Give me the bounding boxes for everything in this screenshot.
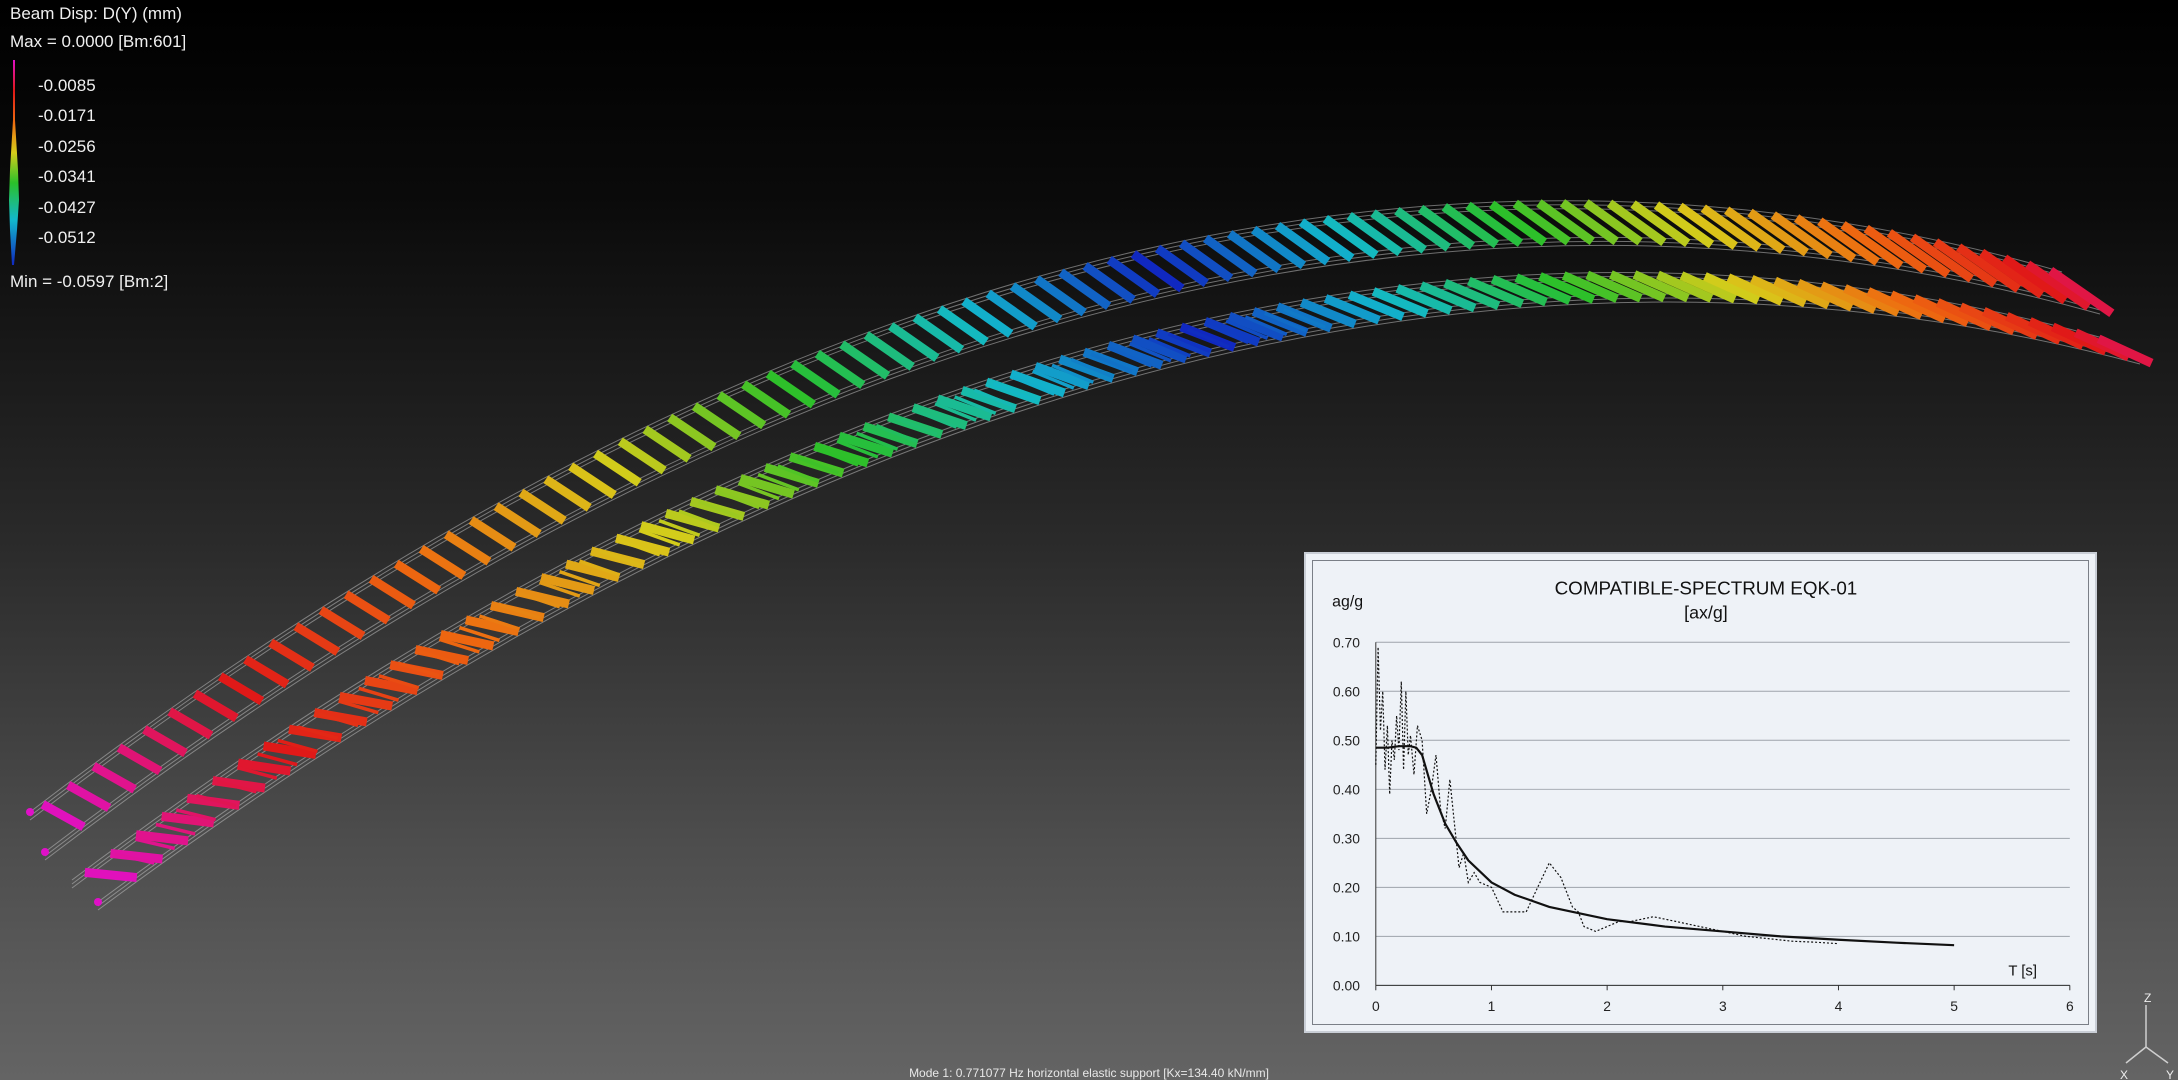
y-tick-label: 0.50	[1333, 732, 1360, 748]
deck-slab	[192, 689, 239, 723]
y-tick-label: 0.60	[1333, 683, 1360, 699]
deck-slab	[343, 590, 391, 625]
displacement-legend: Beam Disp: D(Y) (mm) Max = 0.0000 [Bm:60…	[0, 0, 240, 300]
deck-slab	[1370, 209, 1427, 254]
y-axis-label: ag/g	[1332, 594, 1363, 611]
axis-y-label: Y	[2166, 1068, 2174, 1080]
support-node	[26, 808, 34, 816]
deck-slab	[543, 475, 592, 512]
spectrum-series-solid	[1375, 745, 1955, 947]
deck-slab	[268, 638, 315, 672]
deck-slab	[568, 462, 617, 499]
deck-slab	[91, 762, 137, 794]
legend-tick: -0.0512	[38, 228, 96, 247]
deck-slab	[443, 530, 492, 566]
deck-slab	[84, 867, 138, 883]
y-tick-label: 0.30	[1333, 830, 1360, 846]
deck-slab	[592, 449, 642, 487]
chart-subtitle: [ax/g]	[1684, 603, 1728, 623]
legend-tick: -0.0341	[38, 167, 96, 186]
spectrum-chart-panel: 0.00 0.10 0.20 0.30 0.40 0.50 0.60 0.70 0 1 2 3 4 5 6 C…	[1304, 552, 2097, 1033]
axis-z-label: Z	[2144, 991, 2151, 1005]
legend-min: Min = -0.0597 [Bm:2]	[10, 272, 169, 291]
deck-slab	[518, 488, 567, 525]
spectrum-chart: 0.00 0.10 0.20 0.30 0.40 0.50 0.60 0.70 0 1 2 3 4 5 6 C…	[1332, 578, 2074, 1014]
deck-slab	[116, 743, 163, 776]
deck-slab	[741, 380, 792, 419]
support-node	[41, 848, 49, 856]
x-tick-label: 5	[1950, 998, 1958, 1014]
legend-tick: -0.0427	[38, 198, 96, 217]
x-tick-label: 6	[2066, 998, 2074, 1014]
axis-x-label: X	[2120, 1068, 2128, 1080]
cross-brace	[155, 822, 196, 836]
y-tick-label: 0.70	[1333, 634, 1360, 650]
legend-color-bar	[9, 60, 19, 265]
x-axis-label: T [s]	[2008, 963, 2037, 979]
deck-slab	[368, 575, 416, 610]
x-tick-label: 1	[1488, 998, 1496, 1014]
y-tick-label: 0.10	[1333, 928, 1360, 944]
deck-slab	[418, 545, 467, 580]
y-tick-label: 0.40	[1333, 781, 1360, 797]
deck-slab	[1394, 206, 1451, 252]
deck-slab	[468, 516, 517, 552]
deck-slab	[716, 391, 767, 430]
legend-tick: -0.0256	[38, 137, 96, 156]
deck-slab	[617, 437, 667, 475]
deck-slab	[1417, 204, 1476, 250]
deck-slab	[167, 707, 214, 740]
deck-slab	[642, 425, 692, 463]
y-tick-label: 0.00	[1333, 977, 1360, 993]
x-tick-label: 4	[1835, 998, 1843, 1014]
deck-slab	[318, 606, 366, 640]
spectrum-chart-frame: 0.00 0.10 0.20 0.30 0.40 0.50 0.60 0.70 0 1 2 3 4 5 6 C…	[1312, 560, 2089, 1025]
x-tick-label: 0	[1372, 998, 1380, 1014]
deck-slab	[40, 800, 86, 831]
status-bar-text: Mode 1: 0.771077 Hz horizontal elastic s…	[909, 1066, 1269, 1080]
chart-title: COMPATIBLE-SPECTRUM EQK-01	[1555, 578, 1858, 599]
legend-title: Beam Disp: D(Y) (mm)	[10, 4, 182, 23]
support-node	[94, 898, 102, 906]
deck-slab	[243, 655, 290, 689]
legend-tick: -0.0171	[38, 106, 96, 125]
y-tick-label: 0.20	[1333, 879, 1360, 895]
deck-slab	[493, 502, 542, 538]
x-tick-label: 3	[1719, 998, 1727, 1014]
deck-slab	[862, 422, 919, 448]
deck-slab	[142, 725, 188, 758]
legend-max: Max = 0.0000 [Bm:601]	[10, 32, 187, 51]
axis-triad[interactable]: Z X Y	[2118, 985, 2178, 1080]
deck-slab	[293, 622, 341, 656]
deck-slab	[65, 781, 112, 812]
x-tick-label: 2	[1603, 998, 1611, 1014]
deck-slab	[217, 672, 265, 705]
deck-slab	[393, 559, 442, 595]
deck-slab	[667, 413, 717, 452]
deck-slab	[691, 402, 742, 440]
legend-tick: -0.0085	[38, 76, 96, 95]
